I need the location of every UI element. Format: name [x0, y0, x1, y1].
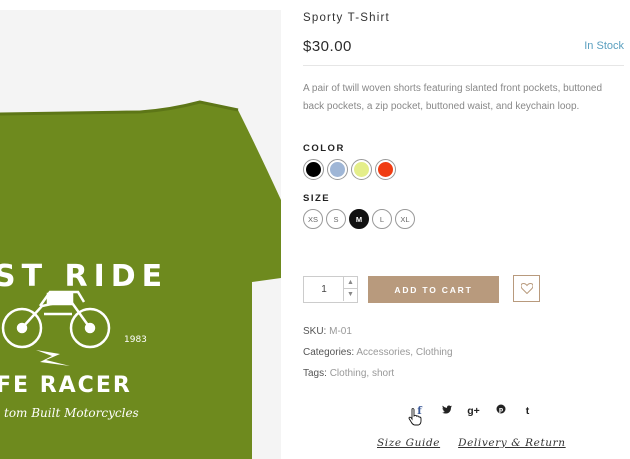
print-text-bottom: tom Built Motorcycles	[4, 406, 139, 420]
color-swatch-lime[interactable]	[351, 159, 372, 180]
quantity-stepper[interactable]: 1 ▲ ▼	[303, 276, 358, 303]
print-text-top: ST RIDE	[0, 259, 168, 294]
heart-icon	[520, 283, 533, 294]
chevron-up-icon: ▲	[347, 279, 354, 286]
svg-text:1983: 1983	[124, 335, 147, 345]
sku-label: SKU:	[303, 326, 327, 337]
sku-row: SKU: M-01	[303, 326, 352, 337]
categories-label: Categories:	[303, 347, 355, 358]
info-links: Size Guide Delivery & Return	[377, 437, 566, 449]
hand-cursor-icon	[408, 408, 422, 426]
color-swatches	[303, 159, 396, 180]
wishlist-button[interactable]	[513, 275, 540, 302]
swatch-fill	[378, 162, 393, 177]
delivery-return-link[interactable]: Delivery & Return	[458, 437, 566, 449]
product-price: $30.00	[303, 38, 352, 55]
swatch-fill	[330, 162, 345, 177]
google-plus-icon[interactable]: g+	[460, 404, 487, 418]
chevron-down-icon: ▼	[347, 291, 354, 298]
twitter-icon[interactable]	[433, 404, 460, 418]
tumblr-icon[interactable]: t	[514, 404, 541, 418]
size-label: SIZE	[303, 193, 331, 204]
size-options: XS S M L XL	[303, 209, 415, 229]
product-details: Sporty T-Shirt $30.00 In Stock A pair of…	[303, 0, 630, 459]
categories-row: Categories: Accessories, Clothing	[303, 347, 453, 358]
decrease-quantity-button[interactable]: ▼	[343, 289, 357, 301]
tag-link-clothing[interactable]: Clothing	[330, 368, 367, 379]
color-swatch-red[interactable]	[375, 159, 396, 180]
print-text-middle: FE RACER	[0, 373, 132, 398]
product-image[interactable]: ST RIDE 1983 FE RACER tom Built Motorcyc…	[0, 10, 281, 459]
swatch-fill	[306, 162, 321, 177]
add-to-cart-button[interactable]: ADD TO CART	[368, 276, 499, 303]
category-link-clothing[interactable]: Clothing	[416, 347, 453, 358]
category-link-accessories[interactable]: Accessories	[356, 347, 410, 358]
tags-row: Tags: Clothing, short	[303, 368, 395, 379]
quantity-input[interactable]: 1	[304, 277, 344, 302]
svg-text:p: p	[498, 406, 503, 413]
size-option-xl[interactable]: XL	[395, 209, 415, 229]
size-option-l[interactable]: L	[372, 209, 392, 229]
color-label: COLOR	[303, 143, 345, 154]
size-option-xs[interactable]: XS	[303, 209, 323, 229]
color-swatch-black[interactable]	[303, 159, 324, 180]
color-swatch-blue[interactable]	[327, 159, 348, 180]
size-guide-link[interactable]: Size Guide	[377, 437, 440, 449]
tags-label: Tags:	[303, 368, 327, 379]
size-option-s[interactable]: S	[326, 209, 346, 229]
product-title: Sporty T-Shirt	[303, 12, 390, 24]
product-description: A pair of twill woven shorts featuring s…	[303, 83, 603, 112]
size-option-m[interactable]: M	[349, 209, 369, 229]
social-share: f g+ p t	[406, 404, 541, 418]
swatch-fill	[354, 162, 369, 177]
divider	[303, 65, 624, 66]
sku-value: M-01	[329, 326, 352, 337]
stock-status: In Stock	[584, 40, 624, 52]
increase-quantity-button[interactable]: ▲	[343, 277, 357, 289]
tag-link-short[interactable]: short	[372, 368, 394, 379]
pinterest-icon[interactable]: p	[487, 404, 514, 418]
